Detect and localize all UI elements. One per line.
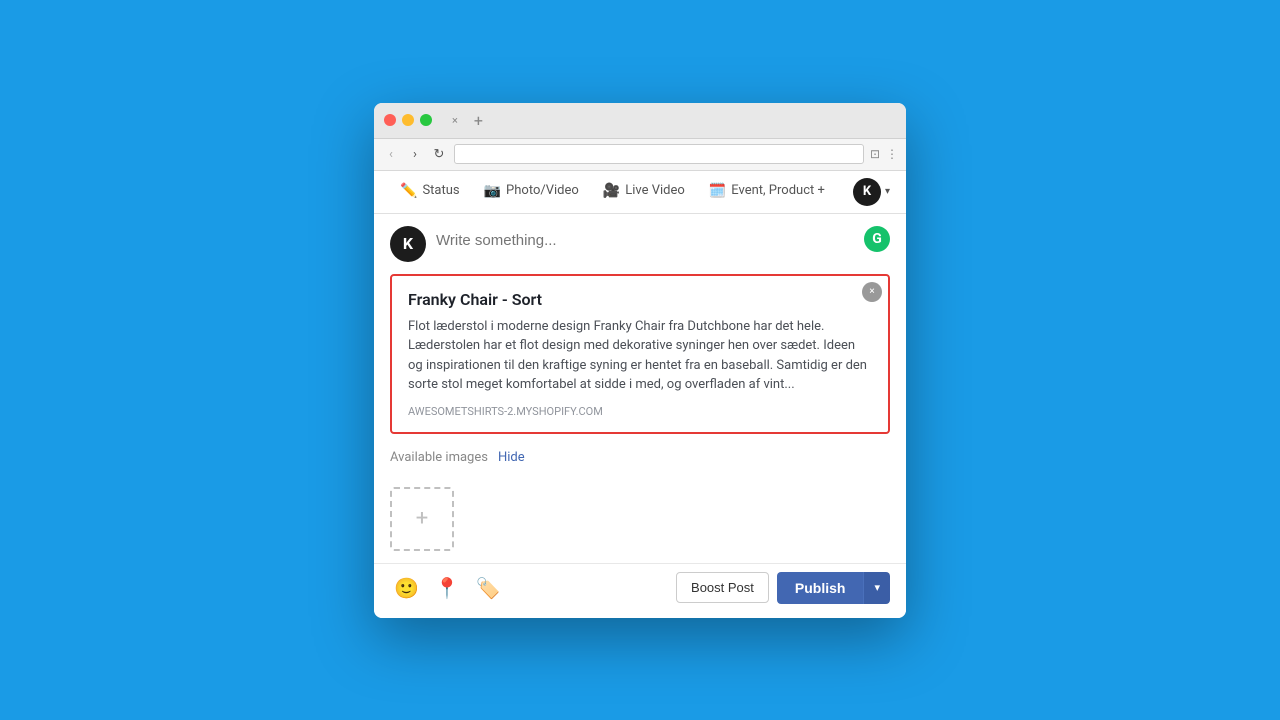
publish-dropdown-button[interactable]: ▾ — [863, 572, 890, 604]
available-images-row: Available images Hide — [374, 446, 906, 477]
fullscreen-traffic-light[interactable] — [420, 114, 432, 126]
menu-icon[interactable]: ⋮ — [886, 147, 898, 161]
link-preview-title: Franky Chair - Sort — [408, 290, 872, 309]
tab-status[interactable]: ✏️ Status — [390, 171, 470, 213]
browser-toolbar-icons: ⊡ ⋮ — [870, 147, 898, 161]
tab-status-label: Status — [422, 183, 459, 198]
avatar: K — [390, 226, 426, 262]
tab-event-product-label: Event, Product + — [731, 183, 825, 198]
live-video-icon: 🎥 — [603, 183, 620, 199]
post-type-tabs: ✏️ Status 📷 Photo/Video 🎥 Live Video 🗓️ … — [374, 171, 906, 214]
tab-close-button[interactable]: × — [452, 114, 458, 127]
refresh-button[interactable]: ↻ — [430, 147, 448, 162]
grammarly-icon: G — [864, 226, 890, 252]
tab-live-video-label: Live Video — [625, 183, 685, 198]
link-preview-container: Franky Chair - Sort Flot læderstol i mod… — [390, 274, 890, 434]
boost-post-button[interactable]: Boost Post — [676, 572, 769, 603]
available-images-label: Available images — [390, 450, 488, 465]
facebook-content: ✏️ Status 📷 Photo/Video 🎥 Live Video 🗓️ … — [374, 171, 906, 618]
account-icon[interactable]: ⊡ — [870, 147, 880, 161]
photo-video-icon: 📷 — [484, 183, 501, 199]
tag-icon[interactable]: 🏷️ — [472, 572, 505, 604]
compose-input[interactable] — [436, 226, 890, 249]
link-preview-domain: AWESOMETSHIRTS-2.MYSHOPIFY.COM — [408, 405, 872, 418]
link-preview-content: Franky Chair - Sort Flot læderstol i mod… — [392, 276, 888, 432]
browser-toolbar: ‹ › ↻ ⊡ ⋮ — [374, 139, 906, 171]
publish-button[interactable]: Publish — [777, 572, 864, 604]
status-icon: ✏️ — [400, 183, 417, 199]
address-bar[interactable] — [454, 144, 864, 164]
link-preview-card: Franky Chair - Sort Flot læderstol i mod… — [390, 274, 890, 434]
event-product-icon: 🗓️ — [709, 183, 726, 199]
minimize-traffic-light[interactable] — [402, 114, 414, 126]
link-preview-description: Flot læderstol i moderne design Franky C… — [408, 317, 872, 395]
hide-images-link[interactable]: Hide — [498, 450, 525, 465]
tab-photo-video[interactable]: 📷 Photo/Video — [474, 171, 589, 213]
user-nav-avatar[interactable]: K — [853, 178, 881, 206]
publish-btn-group: Publish ▾ — [777, 572, 890, 604]
browser-titlebar: × + — [374, 103, 906, 139]
bottom-toolbar: 🙂 📍 🏷️ Boost Post Publish ▾ — [374, 563, 906, 618]
link-preview-close-button[interactable]: × — [862, 282, 882, 302]
tab-add-button[interactable]: + — [474, 111, 483, 130]
tab-photo-video-label: Photo/Video — [506, 183, 579, 198]
location-icon[interactable]: 📍 — [431, 572, 464, 604]
tab-live-video[interactable]: 🎥 Live Video — [593, 171, 695, 213]
composer-area: K G — [374, 214, 906, 274]
close-traffic-light[interactable] — [384, 114, 396, 126]
user-nav-dropdown-arrow[interactable]: ▾ — [885, 186, 890, 197]
traffic-lights — [384, 114, 432, 126]
images-row: + — [374, 481, 906, 563]
back-button[interactable]: ‹ — [382, 147, 400, 162]
add-image-button[interactable]: + — [390, 487, 454, 551]
browser-window: × + ‹ › ↻ ⊡ ⋮ ✏️ Status 📷 Photo/Video 🎥 — [374, 103, 906, 618]
tab-event-product[interactable]: 🗓️ Event, Product + — [699, 171, 835, 213]
emoji-icon[interactable]: 🙂 — [390, 572, 423, 604]
tab-bar: × + — [452, 111, 483, 130]
forward-button[interactable]: › — [406, 147, 424, 162]
